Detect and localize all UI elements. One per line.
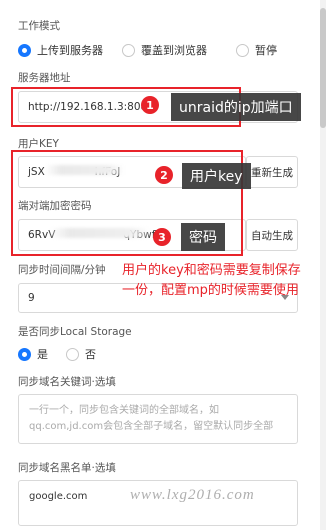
scrollbar-thumb[interactable] <box>320 8 326 128</box>
annotation-callout-user-key: 用户key <box>182 163 251 189</box>
watermark: www.lxg2016.com <box>130 487 255 503</box>
radio-label: 覆盖到浏览器 <box>141 44 207 57</box>
user-key-label: 用户KEY <box>18 138 59 150</box>
local-storage-label: 是否同步Local Storage <box>18 326 132 338</box>
radio-local-storage-no[interactable]: 否 <box>66 346 96 362</box>
radio-pause[interactable]: 暂停 <box>236 42 277 58</box>
server-address-label: 服务器地址 <box>18 72 71 84</box>
sync-interval-label: 同步时间间隔/分钟 <box>18 264 106 276</box>
autogen-password-button[interactable]: 自动生成 <box>246 219 298 251</box>
domain-keywords-label: 同步域名关键词·选填 <box>18 376 116 388</box>
sync-interval-value: 9 <box>28 292 35 304</box>
radio-upload-to-server[interactable]: 上传到服务器 <box>18 42 103 58</box>
domain-keywords-textarea[interactable]: 一行一个，同步包含关键词的全部域名，如qq.com,jd.com会包含全部子域名… <box>18 394 298 444</box>
annotation-callout-server: unraid的ip加端口 <box>171 93 301 121</box>
radio-indicator[interactable] <box>66 347 79 361</box>
annotation-note: 用户的key和密码需要复制保存一份，配置mp的时候需要使用 <box>122 263 301 298</box>
annotation-callout-password: 密码 <box>181 223 225 251</box>
work-mode-label: 工作模式 <box>18 20 60 32</box>
radio-overwrite-browser[interactable]: 覆盖到浏览器 <box>122 42 207 58</box>
regenerate-key-button[interactable]: 重新生成 <box>246 156 298 188</box>
radio-indicator[interactable] <box>18 43 31 57</box>
annotation-number-2: 2 <box>155 166 173 184</box>
annotation-number-1: 1 <box>141 96 159 114</box>
annotation-number-3: 3 <box>153 228 171 246</box>
radio-label: 上传到服务器 <box>37 44 103 57</box>
radio-label: 暂停 <box>255 44 277 57</box>
radio-indicator[interactable] <box>18 347 31 361</box>
radio-indicator[interactable] <box>236 43 249 57</box>
radio-local-storage-yes[interactable]: 是 <box>18 346 48 362</box>
radio-indicator[interactable] <box>122 43 135 57</box>
radio-label: 否 <box>85 348 96 361</box>
domain-blacklist-label: 同步域名黑名单·选填 <box>18 462 116 474</box>
radio-label: 是 <box>37 348 48 361</box>
